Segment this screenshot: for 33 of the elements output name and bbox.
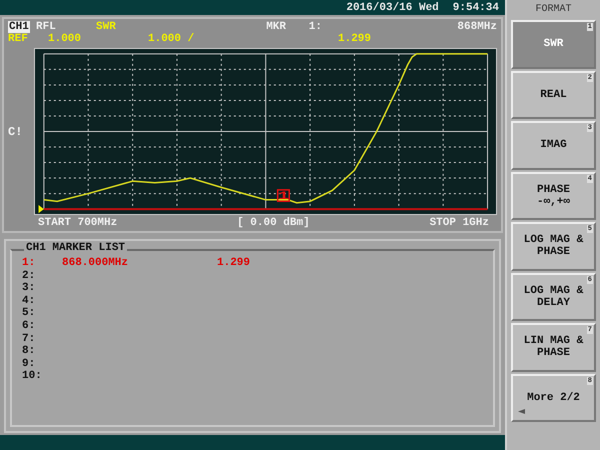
marker-index: 1: bbox=[22, 257, 36, 270]
date-text: 2016/03/16 Wed bbox=[346, 2, 439, 14]
marker-index: 4: bbox=[22, 294, 36, 308]
marker-list-title: CH1 MARKER LIST bbox=[24, 242, 128, 254]
start-frequency: START 700MHz bbox=[38, 217, 118, 229]
marker-index: 6: bbox=[22, 320, 36, 333]
format-label: SWR bbox=[96, 21, 117, 33]
marker-index: 7: bbox=[22, 332, 36, 346]
reference-pointer-icon bbox=[38, 205, 44, 214]
marker-index: 5: bbox=[22, 307, 36, 320]
ref-label: REF bbox=[8, 33, 29, 45]
marker-index: 3: bbox=[22, 282, 36, 295]
measurement-label: RFL bbox=[36, 21, 57, 33]
marker-frequency: 868MHz bbox=[456, 21, 497, 33]
stop-frequency: STOP 1GHz bbox=[430, 217, 489, 229]
side-label: C! bbox=[8, 124, 24, 138]
left-arrow-icon bbox=[518, 409, 525, 414]
marker-index: 8: bbox=[22, 345, 36, 358]
ref-value: 1.000 bbox=[48, 33, 82, 45]
time-text: 9:54:34 bbox=[452, 2, 499, 14]
marker-number: 1: bbox=[308, 21, 322, 33]
marker-index: 2: bbox=[22, 270, 36, 282]
menu-title: FORMAT bbox=[534, 3, 572, 17]
scale-value: 1.000 / bbox=[148, 33, 196, 45]
power-level: [ 0.00 dBm] bbox=[237, 217, 310, 229]
marker-frequency: 868.000MHz bbox=[62, 257, 130, 270]
marker-value: 1.299 bbox=[217, 257, 252, 270]
marker-label: MKR bbox=[265, 21, 286, 33]
marker-value: 1.299 bbox=[338, 33, 372, 45]
channel-label: CH1 bbox=[8, 21, 30, 33]
marker-index: 9: bbox=[22, 358, 36, 370]
marker-index: 10: bbox=[22, 370, 43, 383]
marker-flag: 1 bbox=[276, 189, 290, 203]
